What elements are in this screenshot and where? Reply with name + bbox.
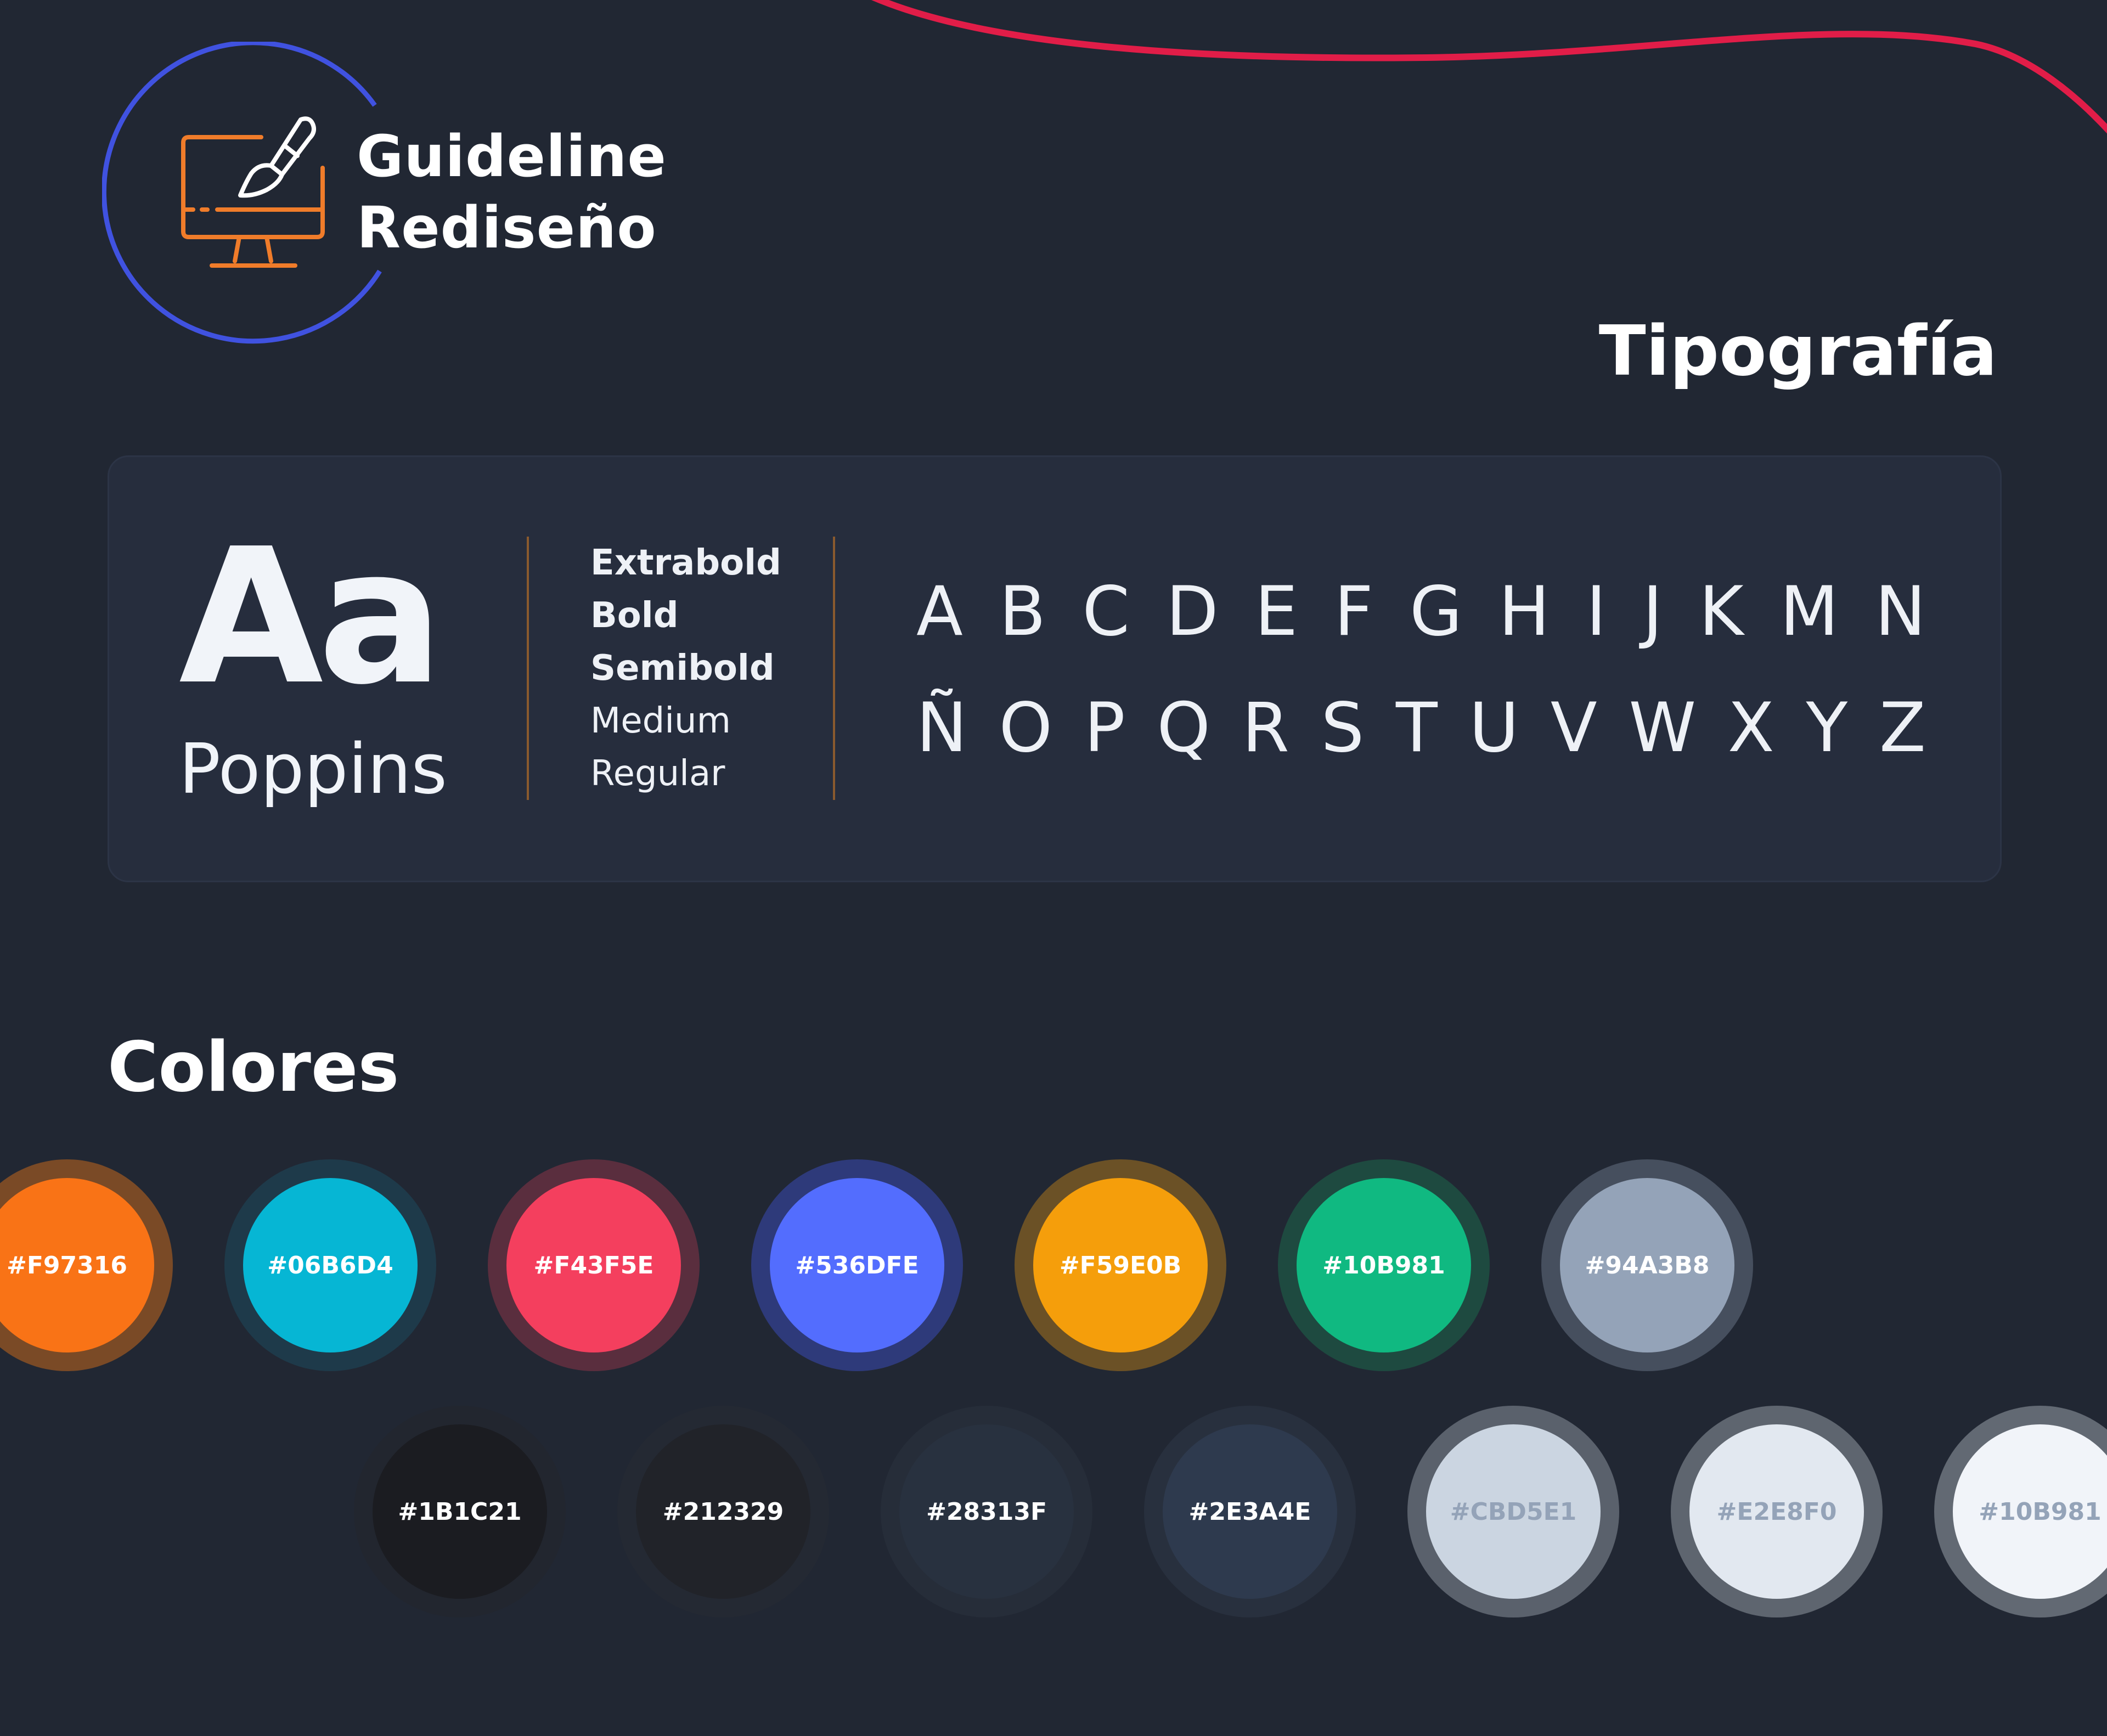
font-weight-regular: Regular: [590, 753, 725, 794]
alphabet-letter: W: [1629, 689, 1697, 768]
logo-title-line1: Guideline: [357, 123, 667, 190]
color-swatch-fill: #536DFE: [770, 1178, 944, 1352]
color-swatch-fill: #28313F: [899, 1424, 1074, 1599]
font-sample-glyph: Aa: [179, 509, 444, 726]
font-weight-bold: Bold: [590, 595, 679, 636]
color-swatch: #10B981: [1934, 1406, 2107, 1617]
color-swatch: #536DFE: [751, 1159, 963, 1371]
card-divider: [527, 537, 529, 800]
font-weight-extrabold: Extrabold: [590, 543, 781, 583]
alphabet-letter: F: [1334, 572, 1373, 651]
alphabet-letter: T: [1395, 689, 1438, 768]
color-swatch-label: #1B1C21: [398, 1497, 522, 1526]
alphabet-letter: J: [1642, 572, 1663, 651]
alphabet-letter: N: [1875, 572, 1926, 651]
font-weight-semibold: Semibold: [590, 648, 775, 689]
card-divider: [833, 537, 835, 800]
alphabet-letter: K: [1699, 572, 1744, 651]
color-swatch: #2E3A4E: [1144, 1406, 1356, 1617]
color-swatch-fill: #212329: [636, 1424, 810, 1599]
color-swatch: #E2E8F0: [1671, 1406, 1883, 1617]
font-name: Poppins: [179, 729, 448, 809]
alphabet-letter: O: [999, 689, 1053, 768]
alphabet-letter: V: [1550, 689, 1597, 768]
alphabet-letter: G: [1409, 572, 1463, 651]
alphabet-letter: R: [1242, 689, 1289, 768]
alphabet-letter: X: [1727, 689, 1774, 768]
alphabet-letter: A: [916, 572, 963, 651]
color-swatch-label: #06B6D4: [267, 1251, 393, 1280]
alphabet-row-2: Ñ O P Q R S T U V W X Y Z: [916, 687, 1926, 769]
color-swatch: #94A3B8: [1541, 1159, 1753, 1371]
color-swatch-label: #212329: [662, 1497, 784, 1526]
color-swatch: #28313F: [881, 1406, 1092, 1617]
color-swatch: #F97316: [0, 1159, 173, 1371]
color-swatch-label: #E2E8F0: [1716, 1497, 1837, 1526]
color-swatch: #F59E0B: [1015, 1159, 1226, 1371]
alphabet-letter: Q: [1157, 689, 1210, 768]
alphabet-row-1: A B C D E F G H I J K M N: [916, 571, 1926, 653]
color-swatch-label: #94A3B8: [1585, 1251, 1710, 1280]
color-swatch-label: #10B981: [1322, 1251, 1445, 1280]
alphabet-letter: Ñ: [916, 689, 967, 768]
color-swatch-label: #10B981: [1979, 1497, 2102, 1526]
color-swatch-fill: #F43F5E: [506, 1178, 681, 1352]
color-swatch-fill: #10B981: [1297, 1178, 1471, 1352]
color-swatch-label: #F97316: [7, 1251, 127, 1280]
color-swatch-label: #28313F: [926, 1497, 1047, 1526]
alphabet-letter: B: [999, 572, 1046, 651]
color-swatch-fill: #06B6D4: [243, 1178, 418, 1352]
color-swatch: #1B1C21: [354, 1406, 566, 1617]
logo-title-line2: Rediseño: [357, 194, 657, 261]
color-swatch-label: #F43F5E: [533, 1251, 654, 1280]
color-swatch-label: #CBD5E1: [1450, 1497, 1577, 1526]
alphabet-letter: D: [1166, 572, 1219, 651]
alphabet-letter: I: [1586, 572, 1607, 651]
color-swatch: #10B981: [1278, 1159, 1490, 1371]
font-weight-medium: Medium: [590, 701, 731, 741]
alphabet-letter: P: [1084, 689, 1125, 768]
alphabet-letter: C: [1082, 572, 1130, 651]
color-swatch-label: #2E3A4E: [1188, 1497, 1311, 1526]
color-swatch-fill: #F59E0B: [1033, 1178, 1208, 1352]
color-swatch: #06B6D4: [224, 1159, 436, 1371]
alphabet-letter: Z: [1879, 689, 1926, 768]
alphabet-letter: M: [1779, 572, 1839, 651]
color-swatch-fill: #E2E8F0: [1689, 1424, 1864, 1599]
color-swatch-fill: #2E3A4E: [1163, 1424, 1337, 1599]
typography-heading: Tipografía: [1598, 311, 1997, 391]
alphabet-letter: E: [1254, 572, 1298, 651]
alphabet-letter: S: [1321, 689, 1365, 768]
color-swatch-label: #F59E0B: [1059, 1251, 1182, 1280]
color-swatch: #CBD5E1: [1407, 1406, 1619, 1617]
color-swatch-fill: #1B1C21: [373, 1424, 547, 1599]
alphabet-letter: U: [1469, 689, 1519, 768]
alphabet-letter: H: [1498, 572, 1550, 651]
alphabet-letter: Y: [1806, 689, 1848, 768]
color-swatch-label: #536DFE: [795, 1251, 919, 1280]
color-swatch-fill: #10B981: [1953, 1424, 2107, 1599]
color-swatch-fill: #F97316: [0, 1178, 154, 1352]
color-swatch: #F43F5E: [488, 1159, 700, 1371]
monitor-paintbrush-icon: [181, 116, 325, 268]
color-swatch-fill: #CBD5E1: [1426, 1424, 1601, 1599]
colors-heading: Colores: [108, 1027, 399, 1107]
color-swatch: #212329: [617, 1406, 829, 1617]
color-swatch-fill: #94A3B8: [1560, 1178, 1734, 1352]
